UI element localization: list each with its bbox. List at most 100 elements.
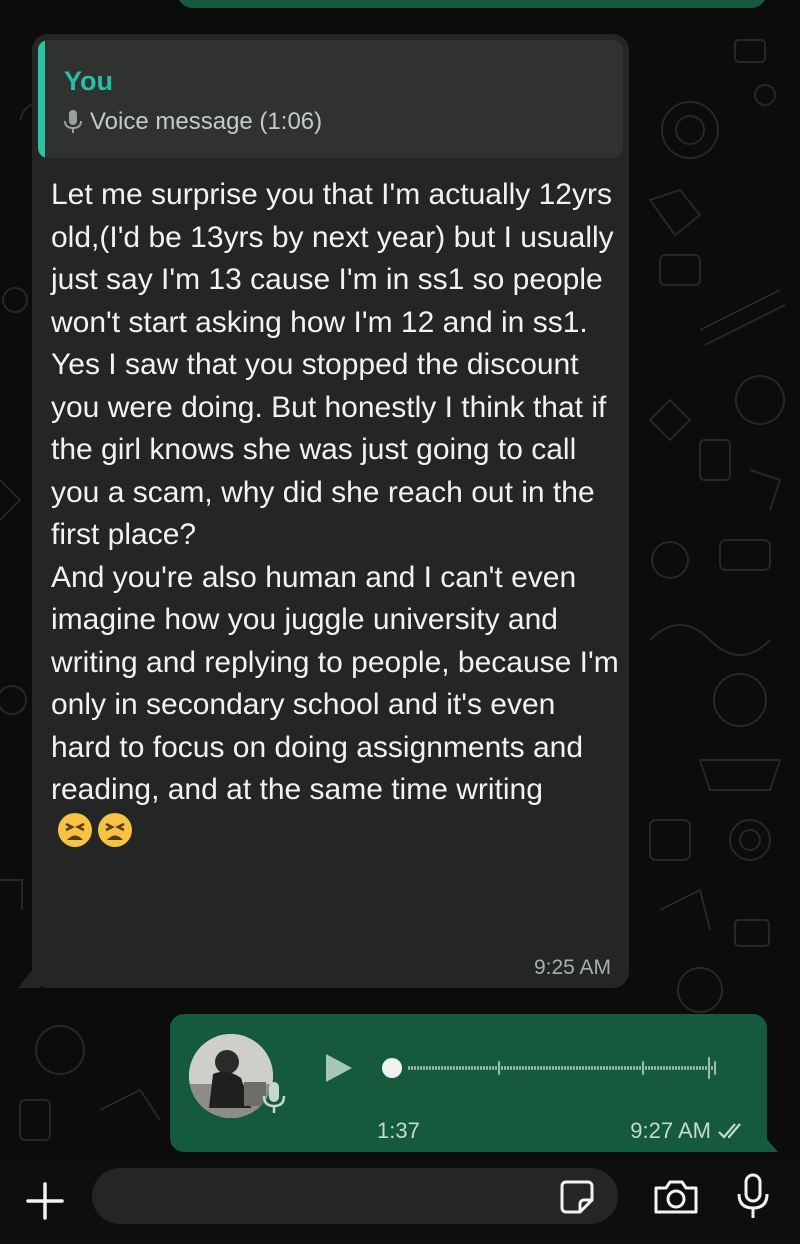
waveform-bar [609, 1066, 611, 1070]
quote-text: Voice message (1:06) [90, 108, 323, 135]
waveform-bar [462, 1066, 464, 1070]
waveform-bar [507, 1066, 509, 1070]
sticker-icon[interactable] [558, 1178, 596, 1216]
waveform-bar [453, 1066, 455, 1070]
message-paragraph: Yes I saw that you stopped the discount … [51, 348, 607, 551]
waveform-bar [516, 1066, 518, 1070]
waveform-bar [651, 1066, 653, 1070]
waveform-bar [504, 1066, 506, 1070]
waveform-bar [417, 1066, 419, 1070]
message-paragraph-text: And you're also human and I can't even i… [51, 560, 619, 807]
audio-waveform-slider[interactable] [380, 1054, 720, 1082]
waveform-bar [567, 1066, 569, 1070]
waveform-bar [477, 1066, 479, 1070]
waveform-bar [576, 1066, 578, 1070]
waveform-bar [492, 1066, 494, 1070]
waveform-bar [471, 1066, 473, 1070]
waveform-bar [510, 1066, 512, 1070]
waveform-bar [489, 1066, 491, 1070]
waveform-bar [564, 1066, 566, 1070]
incoming-message-bubble[interactable]: You Voice message (1:06) Let me surprise… [32, 34, 629, 988]
attach-plus-icon[interactable] [24, 1180, 66, 1222]
waveform-bar [579, 1066, 581, 1070]
waveform-scrubber-handle[interactable] [382, 1058, 402, 1078]
waveform-bar [552, 1066, 554, 1070]
waveform-bar [483, 1066, 485, 1070]
waveform-bar [678, 1066, 680, 1070]
waveform-bar [690, 1066, 692, 1070]
waveform-bar [696, 1066, 698, 1070]
waveform-bar [585, 1066, 587, 1070]
waveform-bar [672, 1066, 674, 1070]
previous-outgoing-bubble [178, 0, 766, 8]
waveform-bar [435, 1066, 437, 1070]
quote-author: You [64, 66, 113, 96]
waveform-bar [570, 1066, 572, 1070]
waveform-bar [573, 1066, 575, 1070]
waveform-bar [420, 1066, 422, 1070]
waveform-bar [633, 1066, 635, 1070]
waveform-bar [603, 1066, 605, 1070]
outgoing-timestamp: 9:27 AM [630, 1118, 711, 1143]
quoted-reply[interactable]: You Voice message (1:06) [38, 40, 623, 158]
waveform-bar [702, 1066, 704, 1070]
waveform-bar [459, 1066, 461, 1070]
waveform-bar [456, 1066, 458, 1070]
waveform-bar [522, 1066, 524, 1070]
play-button[interactable] [320, 1050, 356, 1086]
waveform-bar [624, 1066, 626, 1070]
outgoing-voice-message-bubble[interactable]: 1:37 9:27 AM [170, 1014, 767, 1152]
waveform-bar [531, 1066, 533, 1070]
waveform-bar [423, 1066, 425, 1070]
waveform-bar [714, 1061, 716, 1075]
waveform-bar [537, 1066, 539, 1070]
waveform-bar [621, 1066, 623, 1070]
waveform-bar [699, 1066, 701, 1070]
quote-content: Voice message (1:06) [62, 108, 322, 136]
waveform-bar [597, 1066, 599, 1070]
waveform-bar [681, 1066, 683, 1070]
waveform-bar [528, 1066, 530, 1070]
waveform-bar [540, 1066, 542, 1070]
waveform-bar [630, 1066, 632, 1070]
tired-face-emoji-icon [58, 812, 92, 847]
waveform-bar [615, 1066, 617, 1070]
waveform-bar [657, 1066, 659, 1070]
waveform-bar [582, 1066, 584, 1070]
camera-icon[interactable] [652, 1178, 700, 1216]
waveform-bar [669, 1066, 671, 1070]
waveform-bar [486, 1066, 488, 1070]
mic-icon [64, 110, 82, 133]
message-input[interactable] [92, 1168, 618, 1224]
waveform-bar [693, 1066, 695, 1070]
waveform-bar [546, 1066, 548, 1070]
incoming-timestamp: 9:25 AM [533, 956, 611, 979]
waveform-bar [645, 1066, 647, 1070]
waveform-bar [612, 1066, 614, 1070]
waveform-bar [660, 1066, 662, 1070]
composer-bar [0, 1164, 800, 1244]
waveform-bar [468, 1066, 470, 1070]
voice-record-mic-icon[interactable] [735, 1172, 771, 1222]
outgoing-meta: 9:27 AM [630, 1118, 747, 1144]
waveform-bar [654, 1066, 656, 1070]
waveform-bar [606, 1066, 608, 1070]
waveform-bar [543, 1066, 545, 1070]
waveform-bar [513, 1066, 515, 1070]
waveform-bar [591, 1066, 593, 1070]
waveform-bar [642, 1061, 644, 1075]
quote-accent-bar [38, 40, 45, 158]
mic-badge-icon [262, 1082, 286, 1113]
waveform-bar [555, 1066, 557, 1070]
waveform-bar [687, 1066, 689, 1070]
waveform-bar [558, 1066, 560, 1070]
waveform-bar [534, 1066, 536, 1070]
waveform-bar [549, 1066, 551, 1070]
voice-duration: 1:37 [377, 1118, 420, 1143]
waveform-bar [480, 1066, 482, 1070]
waveform-bar [618, 1066, 620, 1070]
message-paragraph: Let me surprise you that I'm actually 12… [51, 178, 614, 339]
waveform-bar [429, 1066, 431, 1070]
double-check-read-icon [718, 1123, 741, 1139]
tired-face-emoji-icon [98, 812, 132, 847]
